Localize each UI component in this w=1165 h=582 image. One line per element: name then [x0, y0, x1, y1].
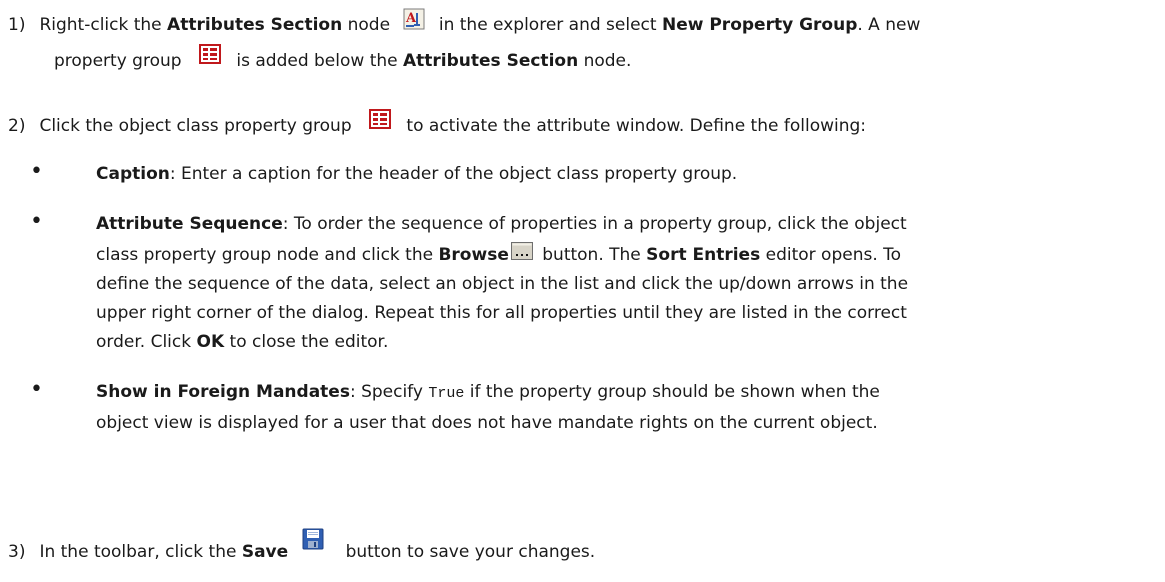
- ui-term: New Property Group: [661, 15, 858, 35]
- ui-term: Show in Foreign Mandates: [96, 382, 350, 402]
- step-text: in the explorer and select: [433, 15, 662, 35]
- step-1-line-1: 1) Right-click the Attributes Section nod…: [8, 8, 921, 37]
- step-text: node.: [578, 51, 632, 71]
- code-value: True: [428, 385, 465, 402]
- bullet-foreign-mandates-line-2: object view is displayed for a user that…: [96, 411, 878, 435]
- bullet-attribute-sequence-line-1: Attribute Sequence: To order the sequenc…: [96, 212, 907, 236]
- ui-term: OK: [196, 332, 225, 352]
- bullet-text: if the property group should be shown wh…: [464, 382, 880, 402]
- step-3-line-1: 3) In the toolbar, click the Save button …: [8, 528, 596, 564]
- bullet-text: : Specify: [349, 382, 429, 402]
- ui-term: Caption: [96, 164, 170, 184]
- bullet-text: define the sequence of the data, select …: [96, 274, 909, 294]
- step-text: property group: [54, 51, 187, 71]
- step-1-line-2: property group is added below the Attrib…: [54, 44, 632, 73]
- bullet-attribute-sequence-line-4: upper right corner of the dialog. Repeat…: [96, 301, 907, 325]
- property-group-icon: [198, 44, 221, 64]
- bullet-text: button. The: [536, 245, 647, 265]
- step-text: node: [342, 15, 396, 35]
- bullet-text: upper right corner of the dialog. Repeat…: [96, 303, 907, 323]
- step-number: 2): [8, 116, 26, 136]
- step-text: Click the object class property group: [39, 116, 358, 136]
- property-group-icon: [369, 109, 392, 129]
- save-icon: [302, 528, 324, 550]
- bullet-marker: •: [30, 377, 43, 402]
- bullet-text: : To order the sequence of properties in…: [282, 214, 907, 234]
- bullet-text: editor opens. To: [760, 245, 902, 265]
- ui-term: Browse: [438, 245, 509, 265]
- bullet-attribute-sequence-line-5: order. Click OK to close the editor.: [96, 330, 388, 354]
- bullet-text: : Enter a caption for the header of the …: [169, 164, 738, 184]
- bullet-caption: Caption: Enter a caption for the header …: [96, 162, 737, 186]
- bullet-marker: •: [30, 209, 43, 234]
- ui-term: Attributes Section: [403, 51, 579, 71]
- svg-text:A: A: [405, 11, 417, 26]
- bullet-text: order. Click: [96, 332, 197, 352]
- bullet-text: class property group node and click the: [96, 245, 439, 265]
- step-number: 1): [8, 15, 26, 35]
- step-text: . A new: [857, 15, 921, 35]
- attributes-section-icon: A: [403, 8, 425, 30]
- step-text: Right-click the: [39, 15, 168, 35]
- step-text: to activate the attribute window. Define…: [401, 116, 867, 136]
- bullet-text: to close the editor.: [224, 332, 389, 352]
- step-2-line-1: 2) Click the object class property group …: [8, 109, 867, 138]
- ui-term: Attribute Sequence: [96, 214, 283, 234]
- step-text: button to save your changes.: [340, 542, 596, 562]
- ui-term: Sort Entries: [646, 245, 761, 265]
- step-text: In the toolbar, click the: [39, 542, 242, 562]
- browse-icon: [510, 242, 533, 260]
- step-number: 3): [8, 542, 26, 562]
- bullet-attribute-sequence-line-3: define the sequence of the data, select …: [96, 272, 908, 296]
- step-text: is added below the: [230, 51, 403, 71]
- bullet-text: object view is displayed for a user that…: [96, 413, 878, 433]
- bullet-foreign-mandates-line-1: Show in Foreign Mandates: Specify True i…: [96, 380, 880, 406]
- bullet-attribute-sequence-line-2: class property group node and click the …: [96, 242, 902, 267]
- ui-term: Save: [241, 542, 289, 562]
- ui-term: Attributes Section: [167, 15, 343, 35]
- bullet-marker: •: [30, 159, 43, 184]
